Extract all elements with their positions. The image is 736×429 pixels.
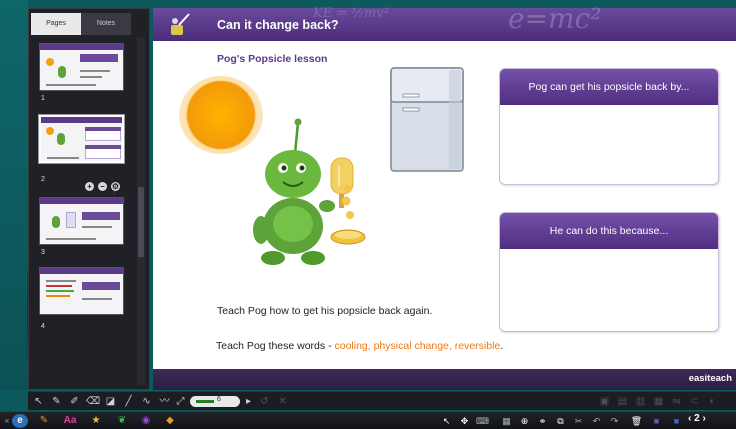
media-app-icon[interactable]: ◉ bbox=[138, 414, 154, 428]
leaf-app-icon[interactable]: ❦ bbox=[114, 414, 130, 428]
flip-icon[interactable]: ⇋ bbox=[670, 395, 683, 408]
vocabulary-prefix: Teach Pog these words - bbox=[216, 340, 335, 352]
page-thumbnail-2[interactable] bbox=[38, 114, 125, 164]
delete-icon[interactable]: 🗑 bbox=[630, 414, 643, 428]
eraser-tool-icon[interactable]: ⌫ bbox=[86, 395, 100, 408]
link-icon[interactable]: ⊂ bbox=[688, 395, 701, 408]
bottom-taskbar: « e ✎ Aa ★ ❦ ◉ ◆ ↖ ✥ ⌨ ▦ ⊕ ⚭ ⧉ ✂ ↶ ↷ 🗑 ■… bbox=[0, 411, 736, 429]
remove-page-button[interactable]: − bbox=[98, 182, 107, 191]
fridge-image[interactable] bbox=[389, 66, 465, 173]
undo-icon[interactable]: ↶ bbox=[590, 414, 603, 428]
sun-image[interactable] bbox=[179, 76, 263, 154]
visibility-icon[interactable]: ◐ bbox=[706, 395, 719, 408]
answer-box-2-title: He can do this because... bbox=[500, 213, 718, 249]
vocabulary-suffix: . bbox=[500, 340, 504, 352]
layer-icon[interactable]: ▤ bbox=[616, 395, 629, 408]
lesson-title: Pog's Popsicle lesson bbox=[217, 53, 328, 65]
pen-width-preview bbox=[196, 400, 214, 403]
vocabulary-text: Teach Pog these words - cooling, physica… bbox=[216, 340, 503, 352]
move-icon[interactable]: ✥ bbox=[458, 414, 471, 428]
scrollbar-thumb[interactable] bbox=[138, 187, 144, 257]
blue-square-icon[interactable]: ■ bbox=[670, 414, 683, 428]
pen-width-value: 6 bbox=[217, 396, 221, 403]
page-title: Can it change back? bbox=[217, 18, 339, 32]
add-page-button[interactable]: + bbox=[85, 182, 94, 191]
redo-icon[interactable]: ↷ bbox=[608, 414, 621, 428]
text-app-icon[interactable]: Aa bbox=[60, 414, 80, 428]
previous-page-icon[interactable]: ‹ bbox=[688, 413, 691, 424]
cut-icon[interactable]: ✂ bbox=[572, 414, 585, 428]
thumbnail-scrollbar[interactable] bbox=[137, 37, 145, 385]
grid-icon[interactable]: ▦ bbox=[500, 414, 513, 428]
page-thumbnail-4[interactable] bbox=[39, 267, 124, 315]
answer-box-2[interactable]: He can do this because... bbox=[499, 212, 719, 332]
line-tool-icon[interactable]: ╱ bbox=[122, 395, 135, 408]
copy-icon[interactable]: ⧉ bbox=[554, 414, 567, 428]
curve-tool-icon[interactable]: ∿ bbox=[140, 395, 153, 408]
answer-box-1-title: Pog can get his popsicle back by... bbox=[500, 69, 718, 105]
panel-tabs: Pages Notes bbox=[31, 13, 131, 35]
align-icon[interactable]: ▦ bbox=[652, 395, 665, 408]
purple-square-icon[interactable]: ■ bbox=[650, 414, 663, 428]
page-thumbnail-3[interactable] bbox=[39, 197, 124, 245]
slide-header: KE = ½mv² e=mc² Can it change back? bbox=[153, 2, 736, 41]
panel-resize-grip[interactable]: ⁞ bbox=[113, 190, 115, 197]
select-tool-icon[interactable]: ↖ bbox=[32, 395, 45, 408]
instruction-text: Teach Pog how to get his popsicle back a… bbox=[217, 305, 433, 317]
page-thumbnail-panel: Pages Notes 1 2 + − ⚙ 3 4 bbox=[28, 8, 150, 390]
freehand-tool-icon[interactable]: 〰 bbox=[158, 395, 171, 408]
shape-tool-icon[interactable]: ◪ bbox=[104, 395, 117, 408]
easiteach-app-icon[interactable]: e bbox=[12, 414, 28, 428]
popsicle-icon bbox=[171, 13, 190, 35]
thumbnail-number: 4 bbox=[41, 323, 45, 330]
melted-popsicle-drips[interactable] bbox=[328, 183, 388, 253]
desktop-divider bbox=[0, 270, 28, 360]
header-decoration-emc: e=mc² bbox=[508, 2, 602, 35]
thumbnail-number: 1 bbox=[41, 95, 45, 102]
connect-icon[interactable]: ⚭ bbox=[536, 414, 549, 428]
page-number: 2 bbox=[694, 413, 700, 424]
pen-width-control[interactable]: 6 bbox=[190, 396, 240, 407]
pen-tool-icon[interactable]: ✎ bbox=[50, 395, 63, 408]
page-navigator: ‹ 2 › bbox=[688, 413, 706, 424]
pointer-icon[interactable]: ↖ bbox=[440, 414, 453, 428]
slide-footer: easiteach bbox=[153, 369, 736, 390]
color-tool-icon[interactable]: ⤢ bbox=[174, 395, 187, 408]
highlighter-tool-icon[interactable]: ✐ bbox=[68, 395, 81, 408]
shape-app-icon[interactable]: ◆ bbox=[162, 414, 178, 428]
vocabulary-words: cooling, physical change, reversible bbox=[334, 340, 501, 352]
tab-pages[interactable]: Pages bbox=[31, 13, 81, 35]
pen-app-icon[interactable]: ✎ bbox=[36, 414, 52, 428]
pen-toolbar: ↖ ✎ ✐ ⌫ ◪ ╱ ∿ 〰 ⤢ 6 ▸ ↺ ✕ ▣ ▤ ▥ ▦ ⇋ ⊂ ◐ bbox=[28, 391, 736, 410]
undo-pen-icon[interactable]: ↺ bbox=[258, 395, 271, 408]
tab-notes[interactable]: Notes bbox=[81, 13, 131, 35]
group-icon[interactable]: ▥ bbox=[634, 395, 647, 408]
slide-canvas: KE = ½mv² e=mc² Can it change back? Pog'… bbox=[153, 2, 736, 390]
lock-icon[interactable]: ▣ bbox=[598, 395, 611, 408]
collapse-toolbar-icon[interactable]: « bbox=[2, 414, 12, 428]
thumbnail-number: 2 bbox=[41, 176, 45, 183]
answer-box-1[interactable]: Pog can get his popsicle back by... bbox=[499, 68, 719, 185]
next-page-icon[interactable]: › bbox=[702, 413, 705, 424]
keyboard-icon[interactable]: ⌨ bbox=[476, 414, 489, 428]
brand-logo: easiteach bbox=[688, 373, 732, 384]
page-thumbnail-1[interactable] bbox=[39, 43, 124, 91]
arrow-tool-icon[interactable]: ▸ bbox=[242, 395, 255, 408]
clear-pen-icon[interactable]: ✕ bbox=[276, 395, 289, 408]
zoom-icon[interactable]: ⊕ bbox=[518, 414, 531, 428]
star-app-icon[interactable]: ★ bbox=[88, 414, 104, 428]
thumbnail-number: 3 bbox=[41, 249, 45, 256]
